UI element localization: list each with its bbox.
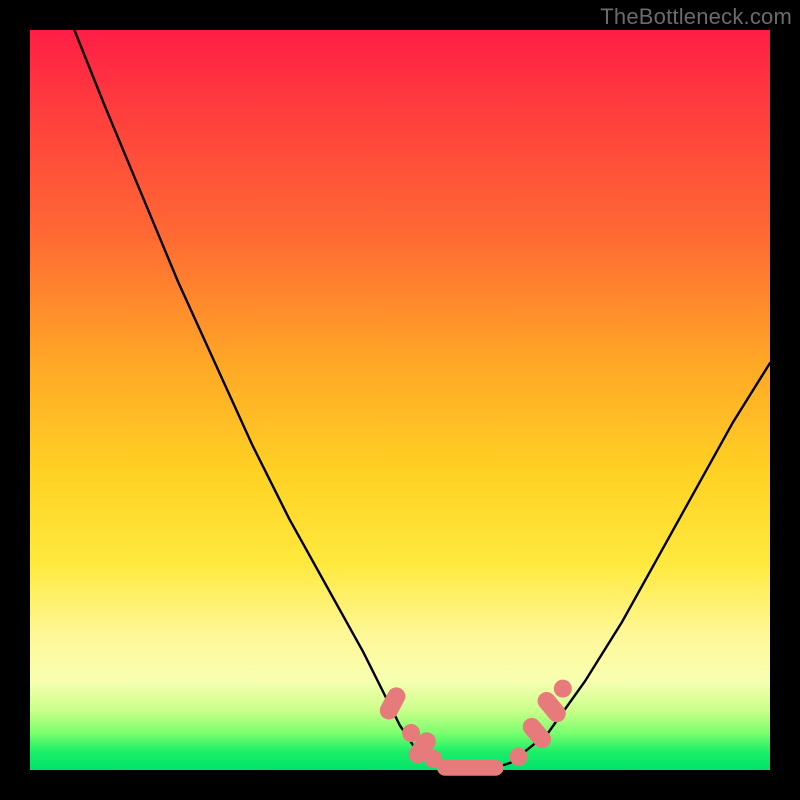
right-cluster-3	[554, 680, 572, 698]
plot-area	[30, 30, 770, 770]
markers-group	[377, 680, 572, 776]
right-dot	[509, 748, 527, 766]
chart-frame: TheBottleneck.com	[0, 0, 800, 800]
chart-svg	[30, 30, 770, 770]
watermark-text: TheBottleneck.com	[600, 4, 792, 30]
bottleneck-curve	[74, 30, 770, 770]
floor-bar	[437, 760, 504, 776]
